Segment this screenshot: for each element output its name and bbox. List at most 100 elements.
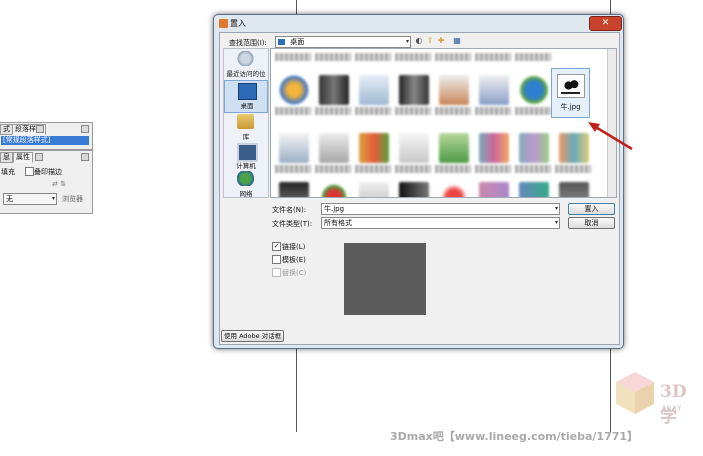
file-icon[interactable] <box>359 133 389 163</box>
filename-input[interactable]: 牛.jpg ▾ <box>321 203 560 215</box>
selected-file-item[interactable]: 牛.jpg <box>551 68 590 118</box>
file-icon[interactable] <box>359 182 389 197</box>
panel-close-icon[interactable] <box>35 153 43 161</box>
file-icon[interactable] <box>479 133 509 163</box>
app-icon <box>219 19 228 28</box>
file-caption <box>315 107 351 115</box>
filetype-value: 所有格式 <box>324 219 352 227</box>
none-select[interactable]: 无 ▾ <box>3 193 57 205</box>
file-caption <box>515 53 551 61</box>
place-label: 桌面 <box>240 102 254 110</box>
place-library[interactable]: 库 <box>224 112 268 143</box>
file-icon[interactable] <box>319 75 349 105</box>
template-label: 模板(E) <box>282 256 306 264</box>
place-recent[interactable]: 最近访问的位置 <box>224 49 268 88</box>
file-icon[interactable] <box>279 75 309 105</box>
tab-info[interactable]: 息 <box>0 152 13 163</box>
cube-logo-icon <box>616 372 654 414</box>
file-list[interactable]: 牛.jpg <box>270 48 617 198</box>
fill-label: 填充 <box>1 168 15 176</box>
file-icon[interactable] <box>319 133 349 163</box>
view-menu-icon[interactable]: ▦ <box>452 36 462 46</box>
place-label: 库 <box>242 133 250 141</box>
places-bar: 最近访问的位置 桌面 库 计算机 网络 <box>223 48 269 198</box>
file-icon[interactable] <box>519 182 549 197</box>
file-icon[interactable] <box>319 182 349 197</box>
file-icon[interactable] <box>519 133 549 163</box>
file-caption <box>275 53 311 61</box>
file-caption <box>435 53 471 61</box>
file-caption <box>275 107 311 115</box>
desktop-small-icon <box>278 39 285 45</box>
logo-subtext: 3DXY <box>662 405 683 412</box>
file-icon[interactable] <box>519 75 549 105</box>
file-icon[interactable] <box>399 75 429 105</box>
panel-close-icon[interactable] <box>36 125 44 133</box>
file-caption <box>315 165 351 173</box>
file-caption <box>515 107 551 115</box>
place-button[interactable]: 置入 <box>568 203 615 215</box>
file-caption <box>395 165 431 173</box>
guide-line-right-bottom <box>610 348 611 432</box>
look-in-select[interactable]: 桌面 ▾ <box>275 36 411 48</box>
look-in-value: 桌面 <box>290 38 305 46</box>
panel-menu-icon[interactable] <box>81 153 89 161</box>
arrows-icon: ⇄ ⇅ <box>52 180 66 188</box>
file-icon[interactable] <box>399 133 429 163</box>
file-icon[interactable] <box>279 133 309 163</box>
filename-value: 牛.jpg <box>324 205 345 213</box>
overprint-checkbox[interactable] <box>25 167 34 176</box>
close-button[interactable]: ✕ <box>589 16 622 31</box>
filename-label: 文件名(N): <box>272 206 307 214</box>
file-caption <box>315 53 351 61</box>
dialog-body: 查找范围(I): 桌面 ▾ ◐ ⇧ ✚ ▦ 最近访问的位置 桌面 库 <box>219 32 620 345</box>
link-checkbox[interactable]: ✓ <box>272 242 281 251</box>
file-icon[interactable] <box>279 182 309 197</box>
up-folder-icon[interactable]: ⇧ <box>425 36 435 46</box>
file-icon[interactable] <box>479 75 509 105</box>
file-caption <box>515 165 551 173</box>
look-in-label: 查找范围(I): <box>229 39 267 47</box>
watermark-text: 3Dmax吧【www.lineeg.com/tieba/1771】 <box>390 430 639 443</box>
file-icon[interactable] <box>359 75 389 105</box>
arrow-shaft <box>593 124 633 151</box>
cancel-button[interactable]: 取消 <box>568 217 615 229</box>
filetype-select[interactable]: 所有格式 ▾ <box>321 217 560 229</box>
file-caption <box>475 107 511 115</box>
file-caption <box>395 107 431 115</box>
file-caption <box>355 165 391 173</box>
file-icon[interactable] <box>439 75 469 105</box>
new-folder-icon[interactable]: ✚ <box>436 36 446 46</box>
file-icon[interactable] <box>479 182 509 197</box>
panel-menu-icon[interactable] <box>81 125 89 133</box>
adobe-dialog-button[interactable]: 使用 Adobe 对话框 <box>221 330 285 342</box>
file-icon[interactable] <box>399 182 429 197</box>
filetype-label: 文件类型(T): <box>272 220 313 228</box>
browse-label[interactable]: 浏览器 <box>62 194 83 204</box>
file-icon[interactable] <box>439 182 469 197</box>
template-checkbox[interactable] <box>272 255 281 264</box>
cow-image-thumbnail <box>557 74 585 98</box>
file-icon[interactable] <box>559 182 589 197</box>
chevron-down-icon: ▾ <box>51 195 55 202</box>
chevron-down-icon: ▾ <box>554 219 558 226</box>
replace-label: 替换(C) <box>282 269 307 277</box>
image-preview <box>344 243 426 315</box>
overprint-label: 叠印描边 <box>34 168 62 176</box>
replace-checkbox <box>272 268 281 277</box>
library-icon <box>237 114 254 129</box>
back-icon[interactable]: ◐ <box>414 36 424 46</box>
normal-paragraph-style[interactable]: [常规段落样式] <box>1 136 89 145</box>
place-network[interactable]: 网络 <box>224 169 268 200</box>
file-caption <box>355 53 391 61</box>
file-icon[interactable] <box>439 133 469 163</box>
annotation-arrow <box>588 122 633 151</box>
arrow-head <box>588 122 600 132</box>
paragraph-styles-panel: 式 段落样式 [常规段落样式] <box>0 122 93 150</box>
place-desktop[interactable]: 桌面 <box>224 80 268 113</box>
none-value: 无 <box>6 195 13 203</box>
file-caption <box>435 165 471 173</box>
tab-attributes[interactable]: 属性 <box>13 152 33 163</box>
place-computer[interactable]: 计算机 <box>224 141 268 172</box>
desktop-icon <box>238 83 257 100</box>
